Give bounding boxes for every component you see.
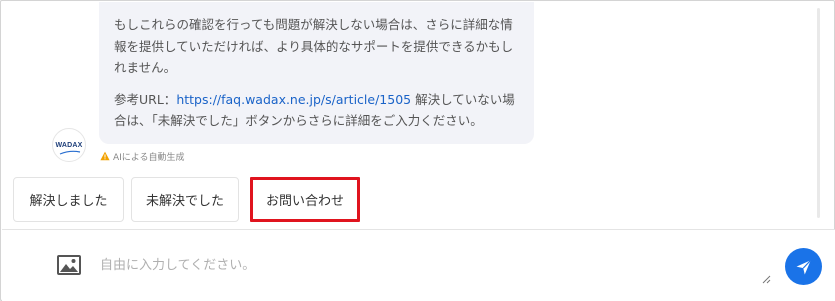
message-paragraph: もしこれらの確認を行っても問題が解決しない場合は、さらに詳細な情報を提供していた…: [114, 17, 514, 75]
logo-swoosh-icon: [59, 150, 81, 155]
chat-history[interactable]: もしこれらの確認を行っても問題が解決しない場合は、さらに詳細な情報を提供していた…: [2, 2, 824, 228]
contact-button[interactable]: お問い合わせ: [250, 177, 360, 222]
resolved-button[interactable]: 解決しました: [13, 177, 124, 222]
chat-widget: もしこれらの確認を行っても問題が解決しない場合は、さらに詳細な情報を提供していた…: [0, 0, 835, 301]
image-icon[interactable]: [57, 255, 81, 275]
chat-scrollbar[interactable]: [817, 8, 820, 218]
resize-handle-icon[interactable]: [762, 275, 771, 284]
send-button[interactable]: [785, 248, 822, 285]
ai-generated-note: AIによる自動生成: [100, 149, 185, 163]
message-input[interactable]: [100, 254, 770, 282]
bot-avatar: WADAX: [52, 128, 86, 162]
ai-note-text: AIによる自動生成: [113, 152, 185, 163]
warning-icon: [100, 151, 110, 161]
unresolved-button[interactable]: 未解決でした: [131, 177, 239, 222]
message-reference: 参考URL：https://faq.wadax.ne.jp/s/article/…: [114, 89, 518, 132]
paper-plane-icon: [796, 259, 811, 274]
reference-prefix: 参考URL：: [114, 91, 177, 107]
faq-link[interactable]: https://faq.wadax.ne.jp/s/article/1505: [176, 92, 411, 107]
bot-message-bubble: もしこれらの確認を行っても問題が解決しない場合は、さらに詳細な情報を提供していた…: [99, 2, 534, 144]
avatar-logo-text: WADAX: [55, 141, 83, 149]
composer-bar: [2, 229, 835, 301]
